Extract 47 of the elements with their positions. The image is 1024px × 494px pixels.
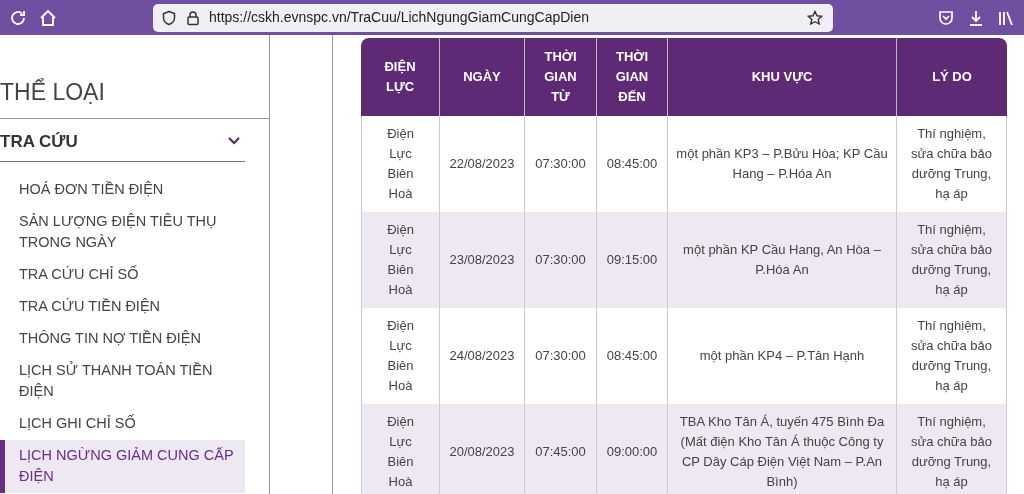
column-header: THỜI GIAN ĐẾN	[597, 38, 668, 116]
table-cell-text: Thí nghiệm, sửa chữa bảo dưỡng Trung, hạ áp	[910, 221, 993, 299]
table-cell: một phần KP Cầu Hang, An Hòa – P.Hóa An	[683, 242, 881, 277]
table-cell: một phần KP4 – P.Tân Hạnh	[699, 348, 865, 363]
table-cell: 07:30:00	[535, 252, 586, 267]
sidebar-title: THỂ LOẠI	[0, 35, 269, 119]
table-cell: 07:45:00	[535, 444, 586, 459]
chevron-icon	[227, 136, 241, 147]
table-cell-text: Thí nghiệm, sửa chữa bảo dưỡng Trung, hạ áp	[910, 125, 993, 203]
table-cell: 23/08/2023	[449, 252, 515, 267]
sidebar-item[interactable]: TRA CỨU TIỀN ĐIỆN	[0, 291, 245, 323]
star-icon[interactable]	[807, 9, 823, 26]
table-cell: 22/08/2023	[449, 156, 515, 171]
table-cell: 09:00:00	[606, 444, 658, 459]
table-cell-text: Thí nghiệm, sửa chữa bảo dưỡng Trung, hạ áp	[910, 413, 993, 491]
sidebar-item[interactable]: TRA CỨU CHỈ SỐ	[0, 259, 245, 291]
column-header: KHU VỰC	[668, 38, 897, 116]
sidebar-item[interactable]: SẢN LƯỢNG ĐIỆN TIÊU THỤ TRONG NGÀY	[0, 206, 245, 259]
table-cell-text: Điện Lực Biên Hoà	[386, 221, 415, 299]
column-header: LÝ DO	[897, 38, 1007, 116]
sidebar-item[interactable]: LỊCH SỬ THANH TOÁN TIỀN ĐIỆN	[0, 355, 245, 408]
table-cell: 08:45:00	[606, 348, 658, 363]
table-cell: TBA Kho Tân Á, tuyến 475 Bình Đa (Mất điện Kho Tân Á thuộc Công ty CP Dây Cáp Điện Việt Nam – P.An Bình)	[679, 414, 885, 489]
table-cell-text: Điện Lực Biên Hoà	[386, 317, 415, 395]
table-cell-text: Điện Lực Biên Hoà	[386, 125, 415, 203]
url-text: https://cskh.evnspc.vn/TraCuu/LichNgungGiamCungCapDien	[209, 8, 590, 27]
shield-icon[interactable]	[161, 9, 177, 26]
section-header[interactable]: TRA CỨU	[0, 118, 245, 162]
table-cell-text: Điện Lực Biên Hoà	[386, 413, 415, 491]
table-cell: 20/08/2023	[449, 444, 515, 459]
table-cell: 07:30:00	[535, 348, 586, 363]
table-cell-text: Thí nghiệm, sửa chữa bảo dưỡng Trung, hạ áp	[910, 317, 993, 395]
table-cell: 24/08/2023	[449, 348, 515, 363]
sidebar-item[interactable]: LỊCH NGỪNG GIẢM CUNG CẤP ĐIỆN	[0, 440, 245, 493]
column-header: NGÀY	[440, 38, 525, 116]
table-cell: 07:30:00	[535, 156, 586, 171]
table-cell: 09:15:00	[606, 252, 658, 267]
address-bar[interactable]: https://cskh.evnspc.vn/TraCuu/LichNgungGiamCungCapDien	[153, 3, 833, 32]
sidebar-item[interactable]: THÔNG TIN NỢ TIỀN ĐIỆN	[0, 323, 245, 355]
lock-icon	[185, 9, 201, 26]
column-header: THỜI GIAN TỪ	[525, 38, 597, 116]
table-cell: 08:45:00	[606, 156, 658, 171]
home-icon[interactable]	[38, 7, 58, 28]
sidebar-item[interactable]: HOÁ ĐƠN TIỀN ĐIỆN	[0, 174, 245, 206]
column-header: ĐIỆN LỰC	[361, 38, 440, 116]
sidebar-item[interactable]: LỊCH GHI CHỈ SỐ	[0, 408, 245, 440]
table-cell: một phần KP3 – P.Bửu Hòa; KP Cầu Hang – P.Hóa An	[676, 146, 888, 181]
